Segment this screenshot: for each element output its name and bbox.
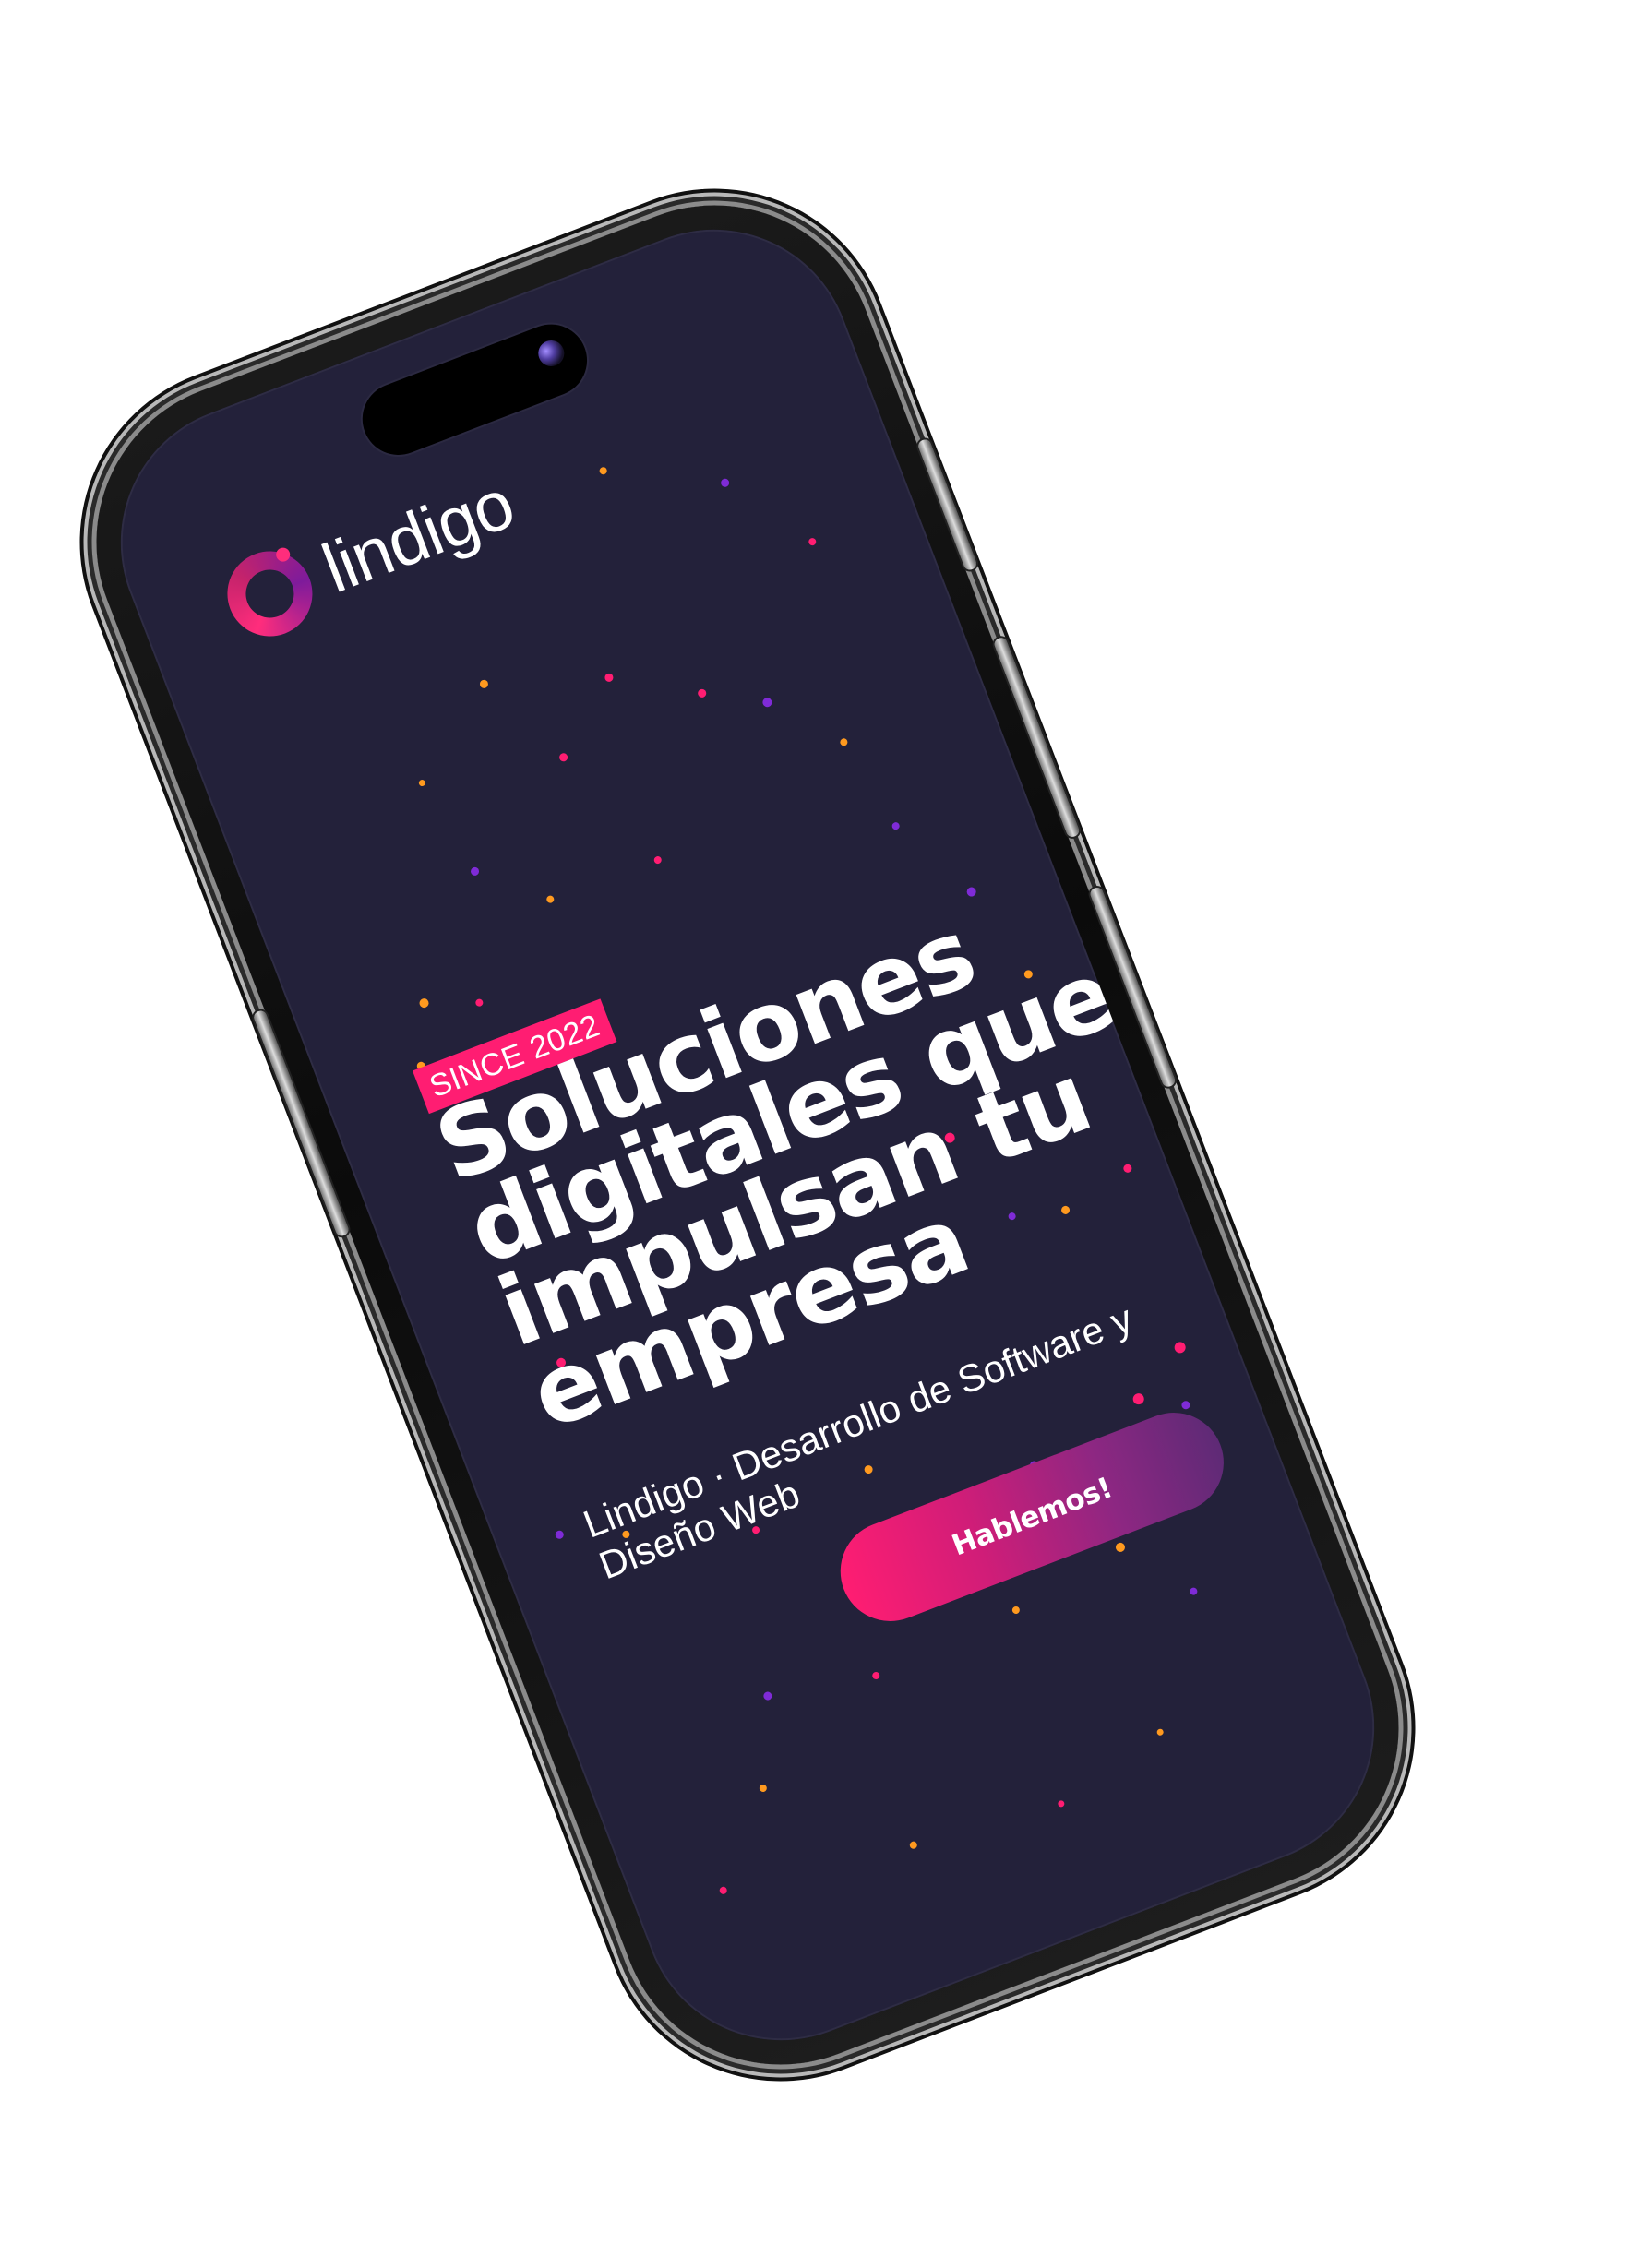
particle bbox=[891, 821, 901, 831]
particle bbox=[604, 672, 615, 684]
particle bbox=[696, 687, 708, 699]
phone-mockup: lindigo SINCE 2022 Soluciones digitales … bbox=[0, 0, 1627, 2268]
particle bbox=[1114, 1541, 1127, 1554]
phone-screen: lindigo SINCE 2022 Soluciones digitales … bbox=[79, 189, 1416, 2081]
camera-icon bbox=[534, 336, 568, 371]
particle bbox=[545, 894, 556, 904]
particle bbox=[598, 466, 608, 476]
particle bbox=[908, 1840, 918, 1850]
particle bbox=[808, 536, 818, 547]
particle bbox=[871, 1670, 881, 1681]
particle bbox=[1057, 1799, 1066, 1808]
particle bbox=[760, 696, 773, 709]
particle bbox=[557, 751, 569, 763]
particle bbox=[839, 737, 849, 747]
particle bbox=[469, 865, 481, 877]
particle bbox=[762, 1690, 773, 1701]
phone-rotated-group: lindigo SINCE 2022 Soluciones digitales … bbox=[49, 158, 1446, 2112]
particle bbox=[418, 997, 430, 1009]
particle bbox=[1155, 1727, 1165, 1737]
particle bbox=[718, 1885, 728, 1895]
particle bbox=[554, 1529, 566, 1541]
particle bbox=[1131, 1391, 1146, 1406]
particle bbox=[758, 1783, 769, 1794]
particle bbox=[1180, 1399, 1191, 1411]
particle bbox=[652, 854, 663, 865]
particle bbox=[1189, 1586, 1199, 1596]
particle bbox=[965, 886, 978, 898]
particle bbox=[1011, 1605, 1022, 1616]
particle bbox=[417, 779, 426, 788]
particle bbox=[474, 997, 485, 1008]
phone-frame: lindigo SINCE 2022 Soluciones digitales … bbox=[49, 158, 1446, 2112]
particle bbox=[478, 678, 490, 690]
particle bbox=[719, 477, 731, 489]
